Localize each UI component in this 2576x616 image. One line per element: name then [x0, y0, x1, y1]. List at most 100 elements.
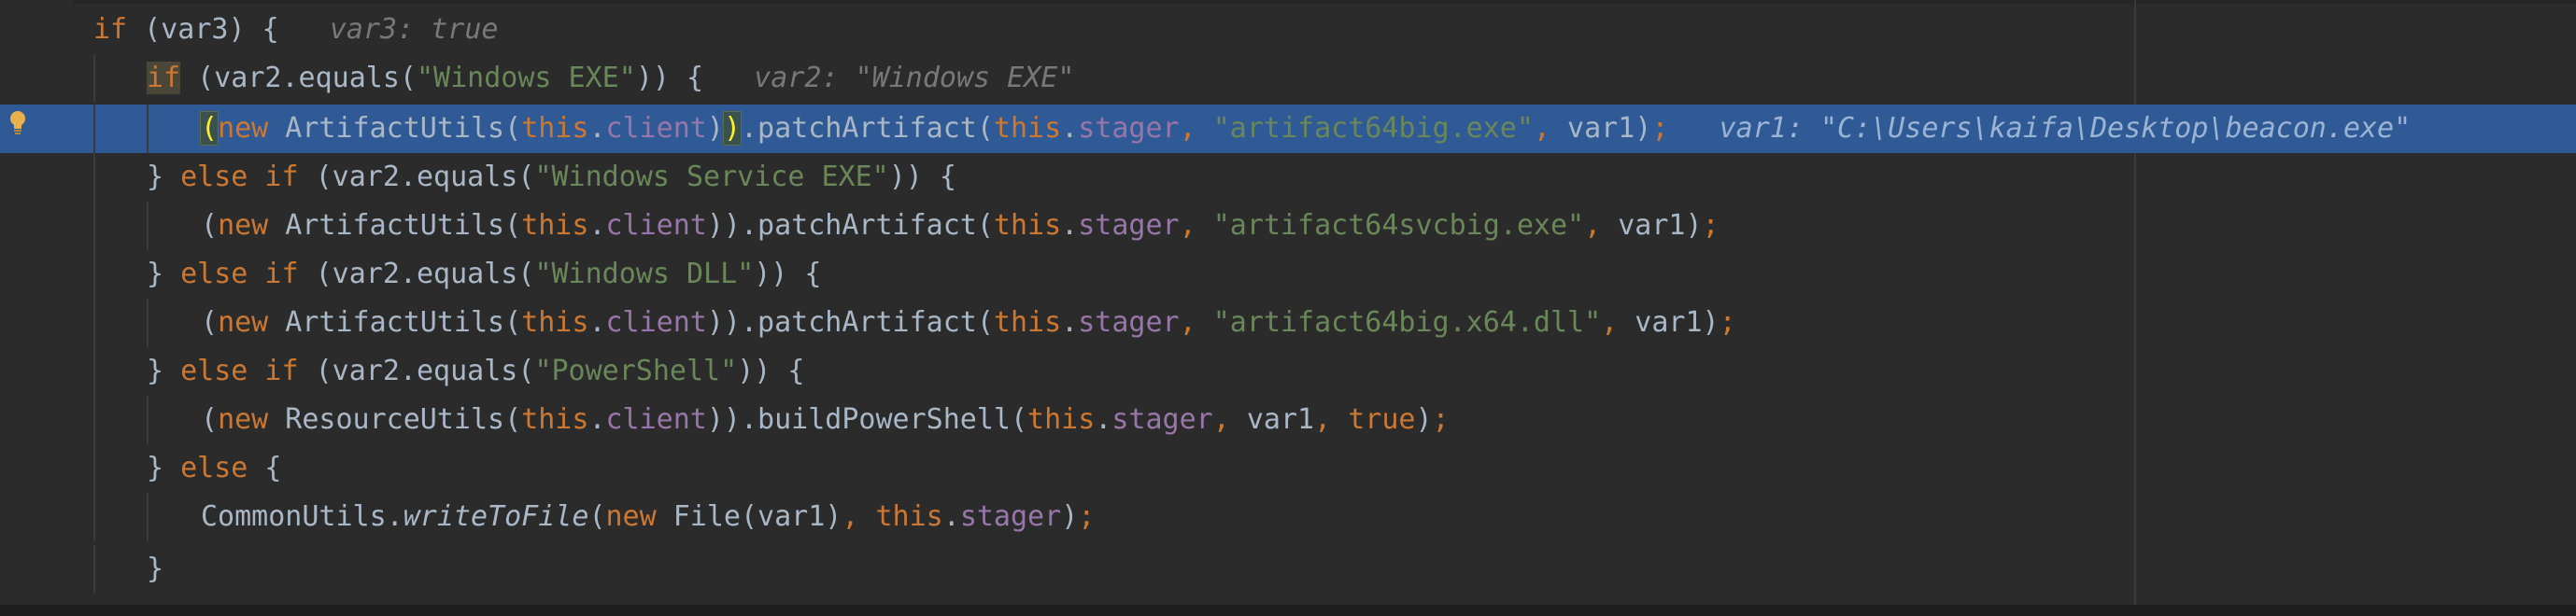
code-token: .patchArtifact( — [741, 112, 994, 145]
code-line[interactable]: } else if (var2.equals("Windows Service … — [0, 153, 2576, 202]
code-token: )).patchArtifact( — [706, 209, 994, 242]
code-token: ( — [201, 306, 219, 339]
code-token: } — [147, 258, 181, 290]
keyword: ; — [1078, 500, 1096, 533]
code-line[interactable]: (new ResourceUtils(this.client)).buildPo… — [0, 396, 2576, 444]
field-name: stager — [1078, 209, 1180, 242]
keyword: if — [147, 62, 181, 94]
code-token: (var2.equals( — [298, 161, 535, 193]
keyword: , — [1584, 209, 1619, 242]
keyword: ; — [1651, 112, 1669, 145]
keyword: this — [521, 403, 589, 436]
code-token: ) — [706, 112, 724, 145]
keyword: this — [993, 209, 1062, 242]
indent-guide — [93, 299, 95, 347]
code-token: )) { — [888, 161, 956, 193]
indent-guide — [93, 54, 95, 103]
string-literal: "Windows Service EXE" — [534, 161, 889, 193]
code-token: )).patchArtifact( — [706, 306, 994, 339]
string-literal: "Windows EXE" — [417, 62, 636, 94]
keyword: new — [218, 306, 269, 339]
code-token: } — [147, 452, 181, 484]
code-token: ) — [1061, 500, 1079, 533]
indent-guide — [147, 493, 149, 541]
indent-guide — [93, 347, 95, 396]
field-name: client — [605, 403, 707, 436]
keyword: this — [521, 306, 589, 339]
code-line[interactable]: CommonUtils.writeToFile(new File(var1), … — [0, 493, 2576, 541]
keyword: ; — [1719, 306, 1736, 339]
inline-value-hint: var1: "C:\Users\kaifa\Desktop\beacon.exe… — [1668, 112, 2412, 145]
field-name: stager — [959, 500, 1062, 533]
code-text: } else if (var2.equals("Windows DLL")) { — [147, 250, 822, 299]
keyword: this — [1027, 403, 1096, 436]
code-text: } else { — [147, 444, 282, 493]
string-literal: "artifact64big.x64.dll" — [1212, 306, 1602, 339]
code-token: var1) — [1635, 306, 1720, 339]
code-text: } — [147, 545, 163, 594]
keyword: else if — [180, 355, 299, 387]
keyword: , — [1179, 112, 1213, 145]
code-token: ArtifactUtils( — [268, 306, 522, 339]
keyword: , — [1601, 306, 1635, 339]
code-editor[interactable]: if (var3) { var3: true if (var2.equals("W… — [0, 0, 2576, 616]
code-text: } else if (var2.equals("Windows Service … — [147, 153, 956, 202]
code-token: ( — [201, 403, 219, 436]
current-code-line[interactable]: (new ArtifactUtils(this.client)).patchAr… — [0, 105, 2576, 153]
indent-guide — [93, 493, 95, 541]
code-token: (var2.equals( — [298, 355, 535, 387]
code-line[interactable]: (new ArtifactUtils(this.client)).patchAr… — [0, 202, 2576, 250]
string-literal: "PowerShell" — [534, 355, 738, 387]
code-token: . — [588, 112, 606, 145]
indent-guide — [147, 396, 149, 444]
code-token: writeToFile — [403, 500, 589, 533]
code-line[interactable]: (new ArtifactUtils(this.client)).patchAr… — [0, 299, 2576, 347]
keyword: ; — [1702, 209, 1720, 242]
code-token: ResourceUtils( — [268, 403, 522, 436]
code-token: )).buildPowerShell( — [706, 403, 1028, 436]
code-token: ArtifactUtils( — [268, 112, 522, 145]
code-line[interactable]: } else if (var2.equals("Windows DLL")) { — [0, 250, 2576, 299]
code-line[interactable]: if (var2.equals("Windows EXE")) { var2: … — [0, 54, 2576, 103]
keyword: this — [993, 306, 1062, 339]
code-line[interactable]: } else { — [0, 444, 2576, 493]
indent-guide — [93, 202, 95, 250]
indent-guide — [147, 299, 149, 347]
code-text: CommonUtils.writeToFile(new File(var1), … — [201, 493, 1095, 541]
code-token: CommonUtils. — [201, 500, 403, 533]
code-token: var1) — [1567, 112, 1652, 145]
code-token: )) { — [737, 355, 805, 387]
keyword: this — [875, 500, 943, 533]
lightbulb-icon[interactable] — [7, 110, 28, 134]
field-name: client — [605, 112, 707, 145]
keyword: if — [93, 13, 128, 46]
code-token: ( — [201, 209, 219, 242]
code-token: )) { — [754, 258, 822, 290]
indent-guide — [147, 202, 149, 250]
keyword: new — [605, 500, 657, 533]
code-token: ( — [588, 500, 606, 533]
code-token: { — [248, 452, 282, 484]
keyword: , — [1314, 403, 1349, 436]
keyword: else — [180, 452, 248, 484]
code-token: } — [147, 553, 164, 585]
code-token: . — [1061, 209, 1079, 242]
code-line[interactable]: } else if (var2.equals("PowerShell")) { — [0, 347, 2576, 396]
keyword: , — [1533, 112, 1568, 145]
code-line[interactable]: } — [0, 545, 2576, 594]
keyword: this — [993, 112, 1062, 145]
indent-guide — [93, 444, 95, 493]
keyword: , — [1212, 403, 1247, 436]
code-text: if (var2.equals("Windows EXE")) { var2: … — [147, 54, 1074, 103]
keyword: new — [218, 403, 269, 436]
keyword: this — [521, 112, 589, 145]
code-token: . — [1095, 403, 1112, 436]
code-token: (var2.equals( — [298, 258, 535, 290]
code-text: (new ArtifactUtils(this.client)).patchAr… — [201, 299, 1736, 347]
indent-guide — [93, 153, 95, 202]
indent-guide — [93, 545, 95, 594]
code-line[interactable]: if (var3) { var3: true — [0, 6, 2576, 54]
keyword: , — [1179, 209, 1213, 242]
indent-guide — [93, 105, 95, 153]
code-token: . — [588, 403, 606, 436]
